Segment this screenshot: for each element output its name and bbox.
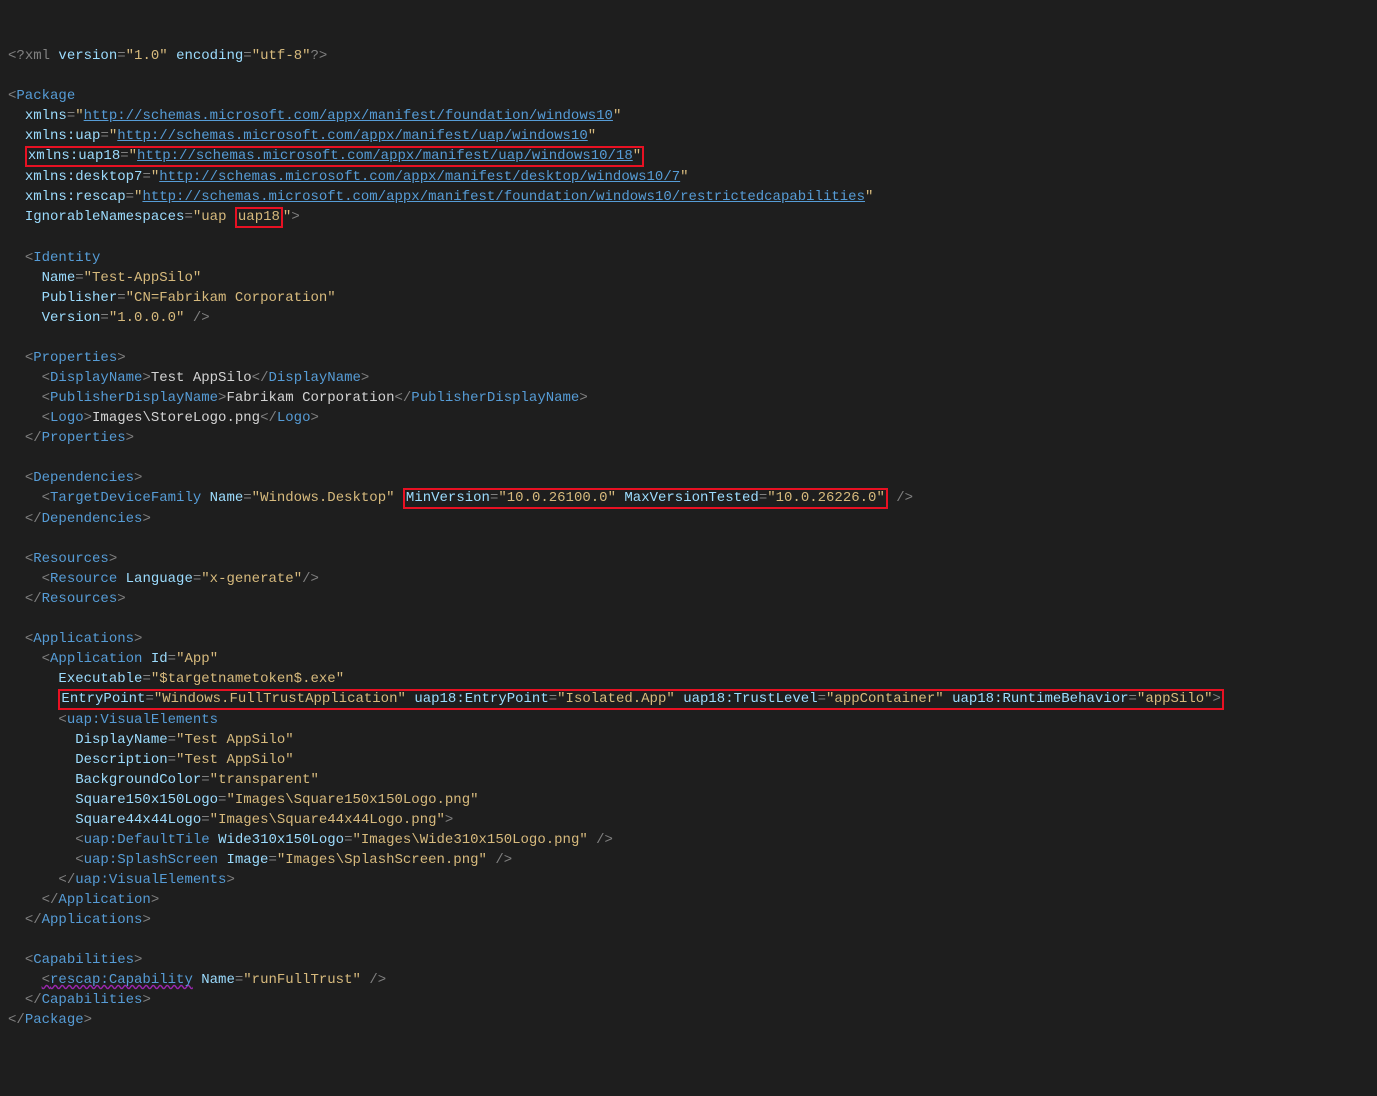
- ns-desktop7-link[interactable]: http://schemas.microsoft.com/appx/manife…: [159, 169, 680, 185]
- publisher-display-name-text: Fabrikam Corporation: [226, 390, 394, 406]
- highlight-uap18-ns: xmlns:uap18="http://schemas.microsoft.co…: [25, 146, 644, 167]
- wavy-warning: <rescap:Capability: [42, 972, 193, 988]
- logo-text: Images\StoreLogo.png: [92, 410, 260, 426]
- highlight-version-attrs: MinVersion="10.0.26100.0" MaxVersionTest…: [403, 488, 888, 509]
- xml-declaration: <?: [8, 48, 25, 64]
- ns-rescap-link[interactable]: http://schemas.microsoft.com/appx/manife…: [142, 189, 865, 205]
- ns-uap-link[interactable]: http://schemas.microsoft.com/appx/manife…: [117, 128, 587, 144]
- highlight-ignorable-uap18: uap18: [235, 207, 283, 228]
- code-editor[interactable]: <?xml version="1.0" encoding="utf-8"?> <…: [8, 46, 1369, 1030]
- identity-tag: Identity: [33, 250, 100, 266]
- ns-default-link[interactable]: http://schemas.microsoft.com/appx/manife…: [84, 108, 613, 124]
- highlight-entrypoint-attrs: EntryPoint="Windows.FullTrustApplication…: [58, 689, 1224, 710]
- ns-uap18-link[interactable]: http://schemas.microsoft.com/appx/manife…: [137, 148, 633, 164]
- display-name-text: Test AppSilo: [151, 370, 252, 386]
- package-tag: Package: [16, 88, 75, 104]
